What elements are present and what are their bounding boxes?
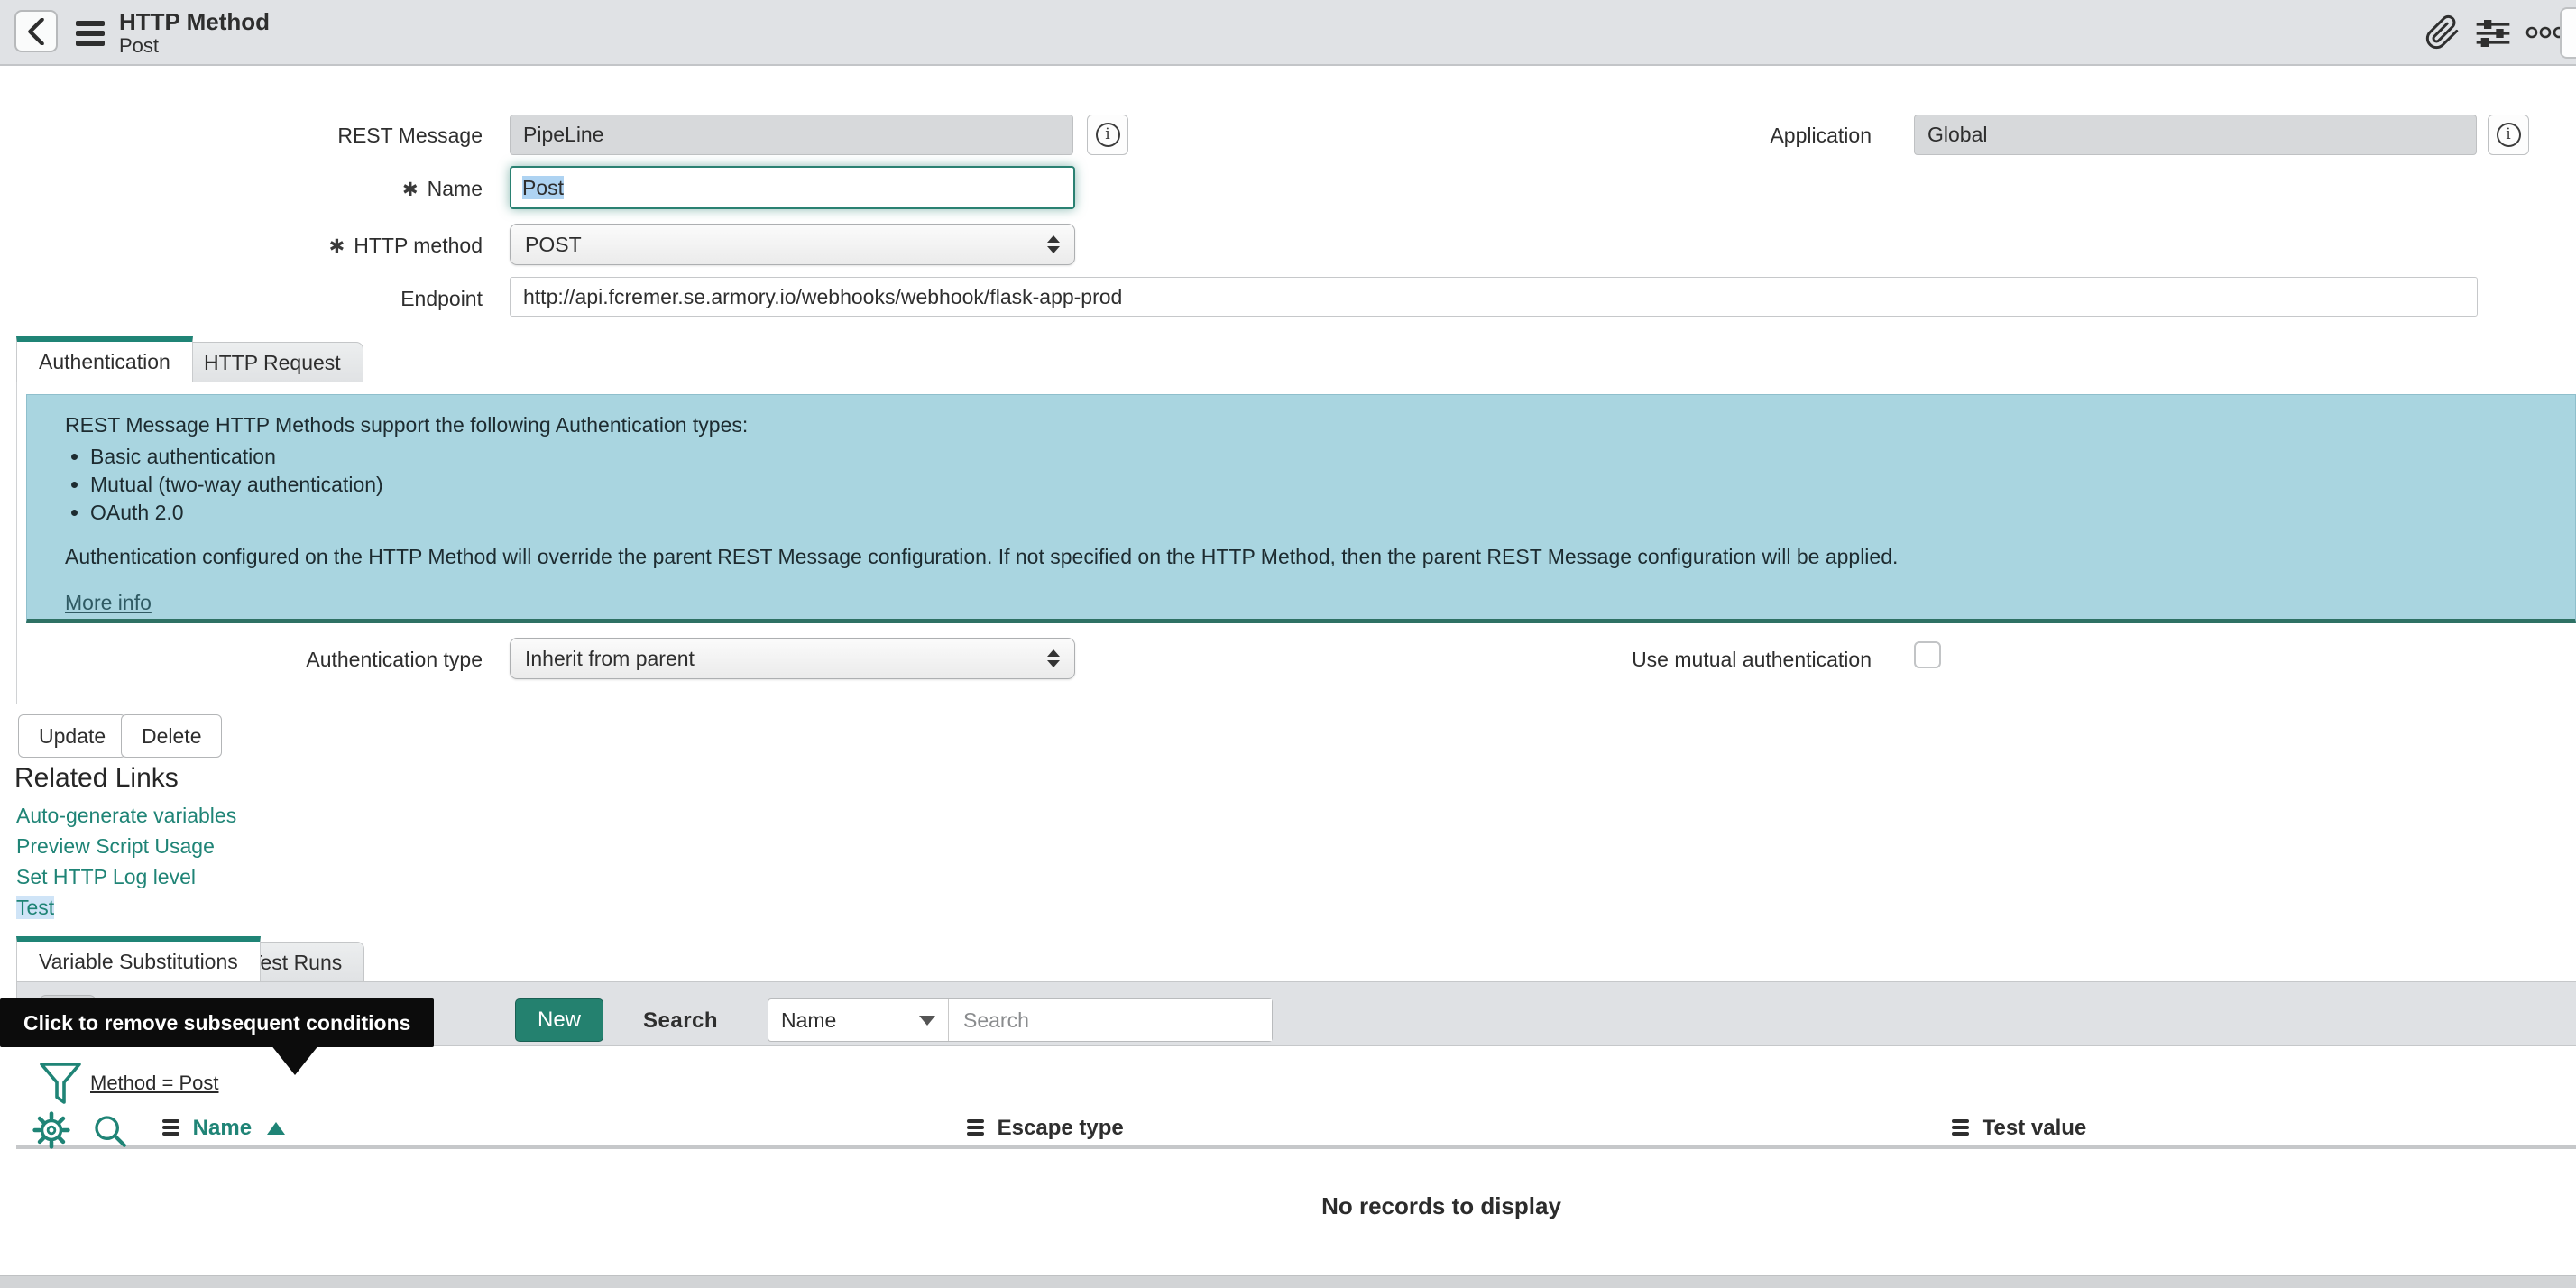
column-header-escape-type[interactable]: Escape type	[967, 1116, 1124, 1141]
tooltip: Click to remove subsequent conditions	[0, 998, 434, 1047]
back-button[interactable]	[14, 10, 58, 52]
application-reference-button[interactable]	[2488, 115, 2529, 155]
list-item: Preview Script Usage	[16, 834, 236, 859]
endpoint-label: Endpoint	[198, 287, 483, 311]
sliders-icon	[2475, 18, 2511, 49]
mandatory-icon: ✱	[402, 179, 419, 200]
page-title: HTTP Method	[119, 8, 270, 36]
list-item: Mutual (two-way authentication)	[90, 473, 2548, 497]
more-info-link[interactable]: More info	[65, 591, 152, 615]
rest-message-label: REST Message	[198, 124, 483, 148]
mandatory-icon: ✱	[329, 236, 345, 257]
rest-message-field[interactable]: PipeLine	[510, 115, 1073, 155]
column-menu-icon[interactable]	[162, 1119, 179, 1138]
variable-substitutions-table: Name Escape type Test value No records t…	[16, 1111, 2576, 1220]
list-search-button[interactable]	[92, 1113, 128, 1149]
new-button[interactable]: New	[515, 998, 603, 1042]
table-header-row: Name Escape type Test value	[16, 1111, 2576, 1149]
chevron-left-icon	[26, 18, 46, 45]
search-label: Search	[643, 1008, 718, 1034]
filter-condition-link[interactable]: Method = Post	[90, 1072, 218, 1095]
column-header-name[interactable]: Name	[162, 1116, 285, 1141]
use-mutual-authentication-checkbox[interactable]	[1914, 641, 1941, 668]
empty-list-message: No records to display	[16, 1149, 2576, 1220]
page-subtitle: Post	[119, 34, 159, 58]
authentication-type-label: Authentication type	[198, 648, 483, 672]
related-links-title: Related Links	[14, 763, 179, 794]
search-icon	[92, 1113, 128, 1149]
select-arrows-icon	[1047, 235, 1060, 253]
form-context-menu-icon[interactable]	[76, 21, 106, 51]
name-field[interactable]: Post	[510, 166, 1075, 209]
http-method-select[interactable]: POST	[510, 224, 1075, 265]
personalize-form-button[interactable]	[2475, 18, 2511, 49]
info-icon	[1096, 123, 1120, 147]
update-button[interactable]: Update	[18, 714, 126, 758]
column-header-test-value[interactable]: Test value	[1952, 1116, 2086, 1141]
select-arrows-icon	[1047, 649, 1060, 667]
search-field-select[interactable]: Name	[768, 999, 949, 1041]
authentication-type-select[interactable]: Inherit from parent	[510, 638, 1075, 679]
selected-text: Post	[522, 176, 564, 199]
endpoint-field[interactable]: http://api.fcremer.se.armory.io/webhooks…	[510, 277, 2478, 317]
dropdown-caret-icon	[919, 1016, 935, 1026]
search-combo: Name	[768, 998, 1273, 1042]
authentication-info-message: REST Message HTTP Methods support the fo…	[26, 394, 2576, 623]
column-menu-icon[interactable]	[1952, 1119, 1969, 1138]
funnel-icon	[38, 1061, 83, 1109]
bottom-scroll-strip[interactable]	[0, 1275, 2576, 1288]
tab-variable-substitutions[interactable]: Variable Substitutions	[16, 936, 261, 981]
tab-authentication[interactable]: Authentication	[16, 336, 193, 382]
rest-message-reference-button[interactable]	[1087, 115, 1128, 155]
tab-http-request[interactable]: HTTP Request	[181, 342, 363, 382]
list-settings-button[interactable]	[32, 1111, 70, 1149]
delete-button[interactable]: Delete	[121, 714, 222, 758]
list-item: Basic authentication	[90, 445, 2548, 469]
auth-types-list: Basic authentication Mutual (two-way aut…	[65, 445, 2548, 525]
list-item: Auto-generate variables	[16, 804, 236, 828]
info-intro: REST Message HTTP Methods support the fo…	[65, 413, 2548, 437]
search-input[interactable]	[949, 999, 1272, 1041]
auto-generate-variables-link[interactable]: Auto-generate variables	[16, 804, 236, 827]
info-icon	[2497, 123, 2521, 147]
tooltip-arrow	[271, 1044, 319, 1075]
sort-ascending-icon	[267, 1122, 285, 1135]
list-item: Test	[16, 896, 236, 920]
related-links-list: Auto-generate variables Preview Script U…	[16, 804, 236, 926]
http-method-label: ✱HTTP method	[198, 234, 483, 258]
edge-button-sliver[interactable]	[2560, 7, 2576, 59]
application-label: Application	[1587, 124, 1872, 148]
form-header-bar: HTTP Method Post	[0, 0, 2576, 66]
use-mutual-authentication-label: Use mutual authentication	[1587, 648, 1872, 672]
list-item: Set HTTP Log level	[16, 865, 236, 889]
application-field[interactable]: Global	[1914, 115, 2477, 155]
info-note: Authentication configured on the HTTP Me…	[65, 545, 2548, 569]
column-menu-icon[interactable]	[967, 1119, 984, 1138]
name-label: ✱Name	[198, 177, 483, 201]
set-http-log-level-link[interactable]: Set HTTP Log level	[16, 865, 196, 888]
test-link[interactable]: Test	[16, 896, 54, 919]
paperclip-icon	[2424, 14, 2461, 51]
attachments-button[interactable]	[2424, 14, 2461, 51]
preview-script-usage-link[interactable]: Preview Script Usage	[16, 834, 215, 858]
gear-icon	[32, 1111, 70, 1149]
list-item: OAuth 2.0	[90, 501, 2548, 525]
filter-toggle-button[interactable]	[38, 1061, 83, 1109]
